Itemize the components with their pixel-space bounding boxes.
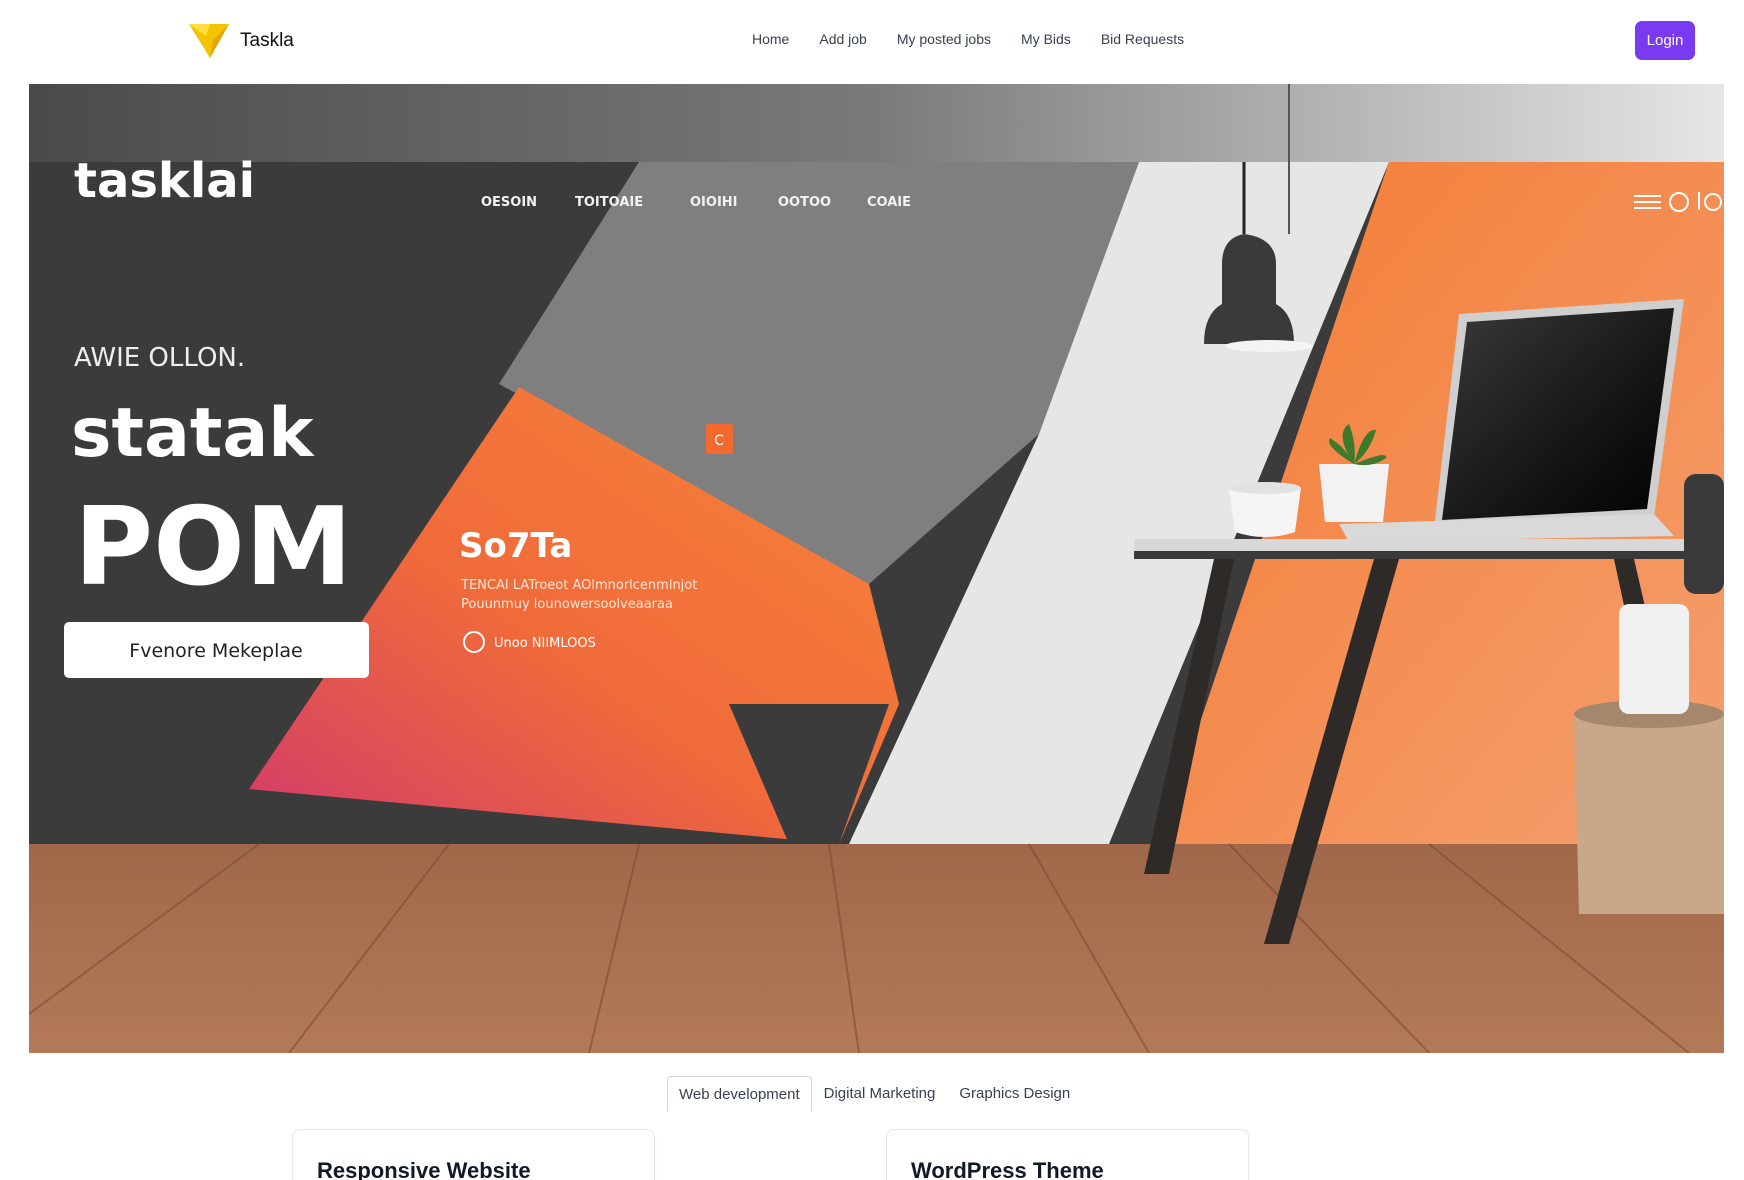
hero-cta-label: Fvenore Mekeplae [129,640,302,662]
hero-headline-2: POM [74,485,352,610]
nav-my-bids-link[interactable]: My Bids [1021,31,1071,47]
nav-add-job-link[interactable]: Add job [819,31,866,47]
navbar: Taskla Home Add job My posted jobs My Bi… [0,0,1744,80]
nav-bid-requests-link[interactable]: Bid Requests [1101,31,1184,47]
nav-my-posted-jobs-link[interactable]: My posted jobs [897,31,991,47]
nav-home-link[interactable]: Home [752,31,789,47]
hero-small-heading: AWIE OLLON. [74,343,245,373]
job-card-title: Responsive Website [317,1158,531,1180]
hero-menu-item: TOITOAIE [575,195,643,210]
tab-digital-marketing[interactable]: Digital Marketing [812,1076,948,1112]
hero-banner-image: tasklai OESOIN TOITOAIE OIOIHI OOTOO COA… [29,84,1724,1053]
hero-artwork: tasklai OESOIN TOITOAIE OIOIHI OOTOO COA… [29,84,1724,1053]
login-button[interactable]: Login [1635,21,1695,60]
hero-orange-line-1: TENCAI LATroeot AOlmnorlcenmlnjot [460,578,697,593]
tab-web-development[interactable]: Web development [667,1075,812,1112]
job-card[interactable]: WordPress Theme [886,1129,1249,1180]
hero-orange-link: Unoo NIIMLOOS [494,636,596,651]
hero-headline-1: statak [71,394,315,473]
brand[interactable]: Taskla [188,22,294,60]
hero-orange-title: So7Ta [459,526,572,566]
brand-logo-icon [189,24,229,58]
hero-menu-item: OESOIN [481,195,537,210]
tab-graphics-design[interactable]: Graphics Design [947,1076,1082,1112]
nav-links: Home Add job My posted jobs My Bids Bid … [752,31,1184,47]
hero-menu-item: OOTOO [778,195,831,210]
job-card-title: WordPress Theme [911,1158,1104,1180]
hero-menu-item: COAIE [867,195,911,210]
hero-logo-text: tasklai [74,153,255,209]
category-tabs: Web development Digital Marketing Graphi… [667,1075,1082,1112]
job-card[interactable]: Responsive Website [292,1129,655,1180]
hero-menu-item: OIOIHI [690,195,738,210]
hero-orange-line-2: Pouunmuy lounowersoolveaaraa [461,597,673,612]
hero-orange-badge: C [714,433,724,449]
brand-name: Taskla [240,30,294,51]
